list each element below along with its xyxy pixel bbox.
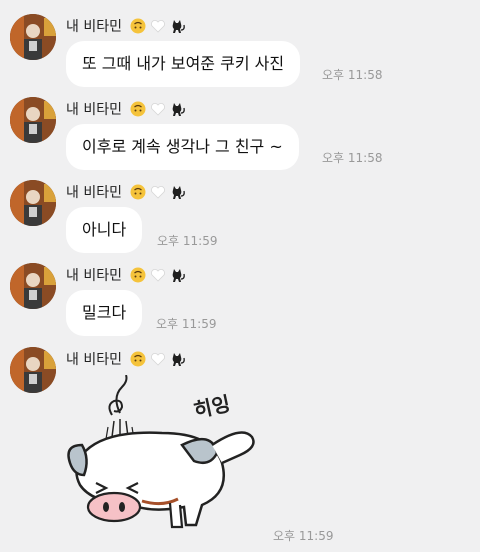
upside-down-face-icon <box>130 184 146 200</box>
upside-down-face-icon <box>130 267 146 283</box>
message-time: 오후 11:59 <box>156 317 217 331</box>
avatar[interactable] <box>10 180 56 226</box>
avatar[interactable] <box>10 347 56 393</box>
message-group: 내 비타민 밀크다 오후 11:59 <box>0 263 480 347</box>
message-time: 오후 11:58 <box>322 68 383 82</box>
message-bubble[interactable]: 또 그때 내가 보여준 쿠키 사진 <box>66 41 301 87</box>
message-time: 오후 11:58 <box>322 151 383 165</box>
black-cat-icon <box>172 269 185 282</box>
sender-row: 내 비타민 <box>66 98 186 120</box>
sender-name: 내 비타민 <box>66 185 122 201</box>
sender-row: 내 비타민 <box>66 15 186 37</box>
sticker-caption: 히잉 <box>191 391 232 422</box>
sender-name: 내 비타민 <box>66 19 122 35</box>
message-group: 내 비타민 또 그때 내가 보여준 쿠키 사진 오후 11:58 <box>0 14 480 98</box>
sender-row: 내 비타민 <box>66 264 186 286</box>
black-cat-icon <box>172 103 185 116</box>
upside-down-face-icon <box>130 101 146 117</box>
upside-down-face-icon <box>130 18 146 34</box>
white-heart-icon <box>151 103 165 116</box>
white-heart-icon <box>151 353 165 366</box>
upside-down-face-icon <box>130 351 146 367</box>
message-bubble[interactable]: 아니다 <box>66 207 143 253</box>
black-cat-icon <box>172 353 185 366</box>
avatar[interactable] <box>10 263 56 309</box>
sender-name: 내 비타민 <box>66 102 122 118</box>
crying-pig-sticker[interactable]: 히잉 <box>62 375 272 540</box>
white-heart-icon <box>151 186 165 199</box>
message-bubble[interactable]: 이후로 계속 생각나 그 친구 ~ <box>66 124 299 170</box>
avatar[interactable] <box>10 97 56 143</box>
black-cat-icon <box>172 20 185 33</box>
sender-row: 내 비타민 <box>66 348 186 370</box>
white-heart-icon <box>151 269 165 282</box>
white-heart-icon <box>151 20 165 33</box>
message-group: 내 비타민 아니다 오후 11:59 <box>0 180 480 264</box>
sender-row: 내 비타민 <box>66 181 186 203</box>
sender-name: 내 비타민 <box>66 268 122 284</box>
message-bubble[interactable]: 밀크다 <box>66 290 143 336</box>
black-cat-icon <box>172 186 185 199</box>
avatar[interactable] <box>10 14 56 60</box>
sender-name: 내 비타민 <box>66 352 122 368</box>
message-group: 내 비타민 이후로 계속 생각나 그 친구 ~ 오후 11:58 <box>0 97 480 181</box>
message-time: 오후 11:59 <box>273 529 334 543</box>
message-time: 오후 11:59 <box>157 234 218 248</box>
